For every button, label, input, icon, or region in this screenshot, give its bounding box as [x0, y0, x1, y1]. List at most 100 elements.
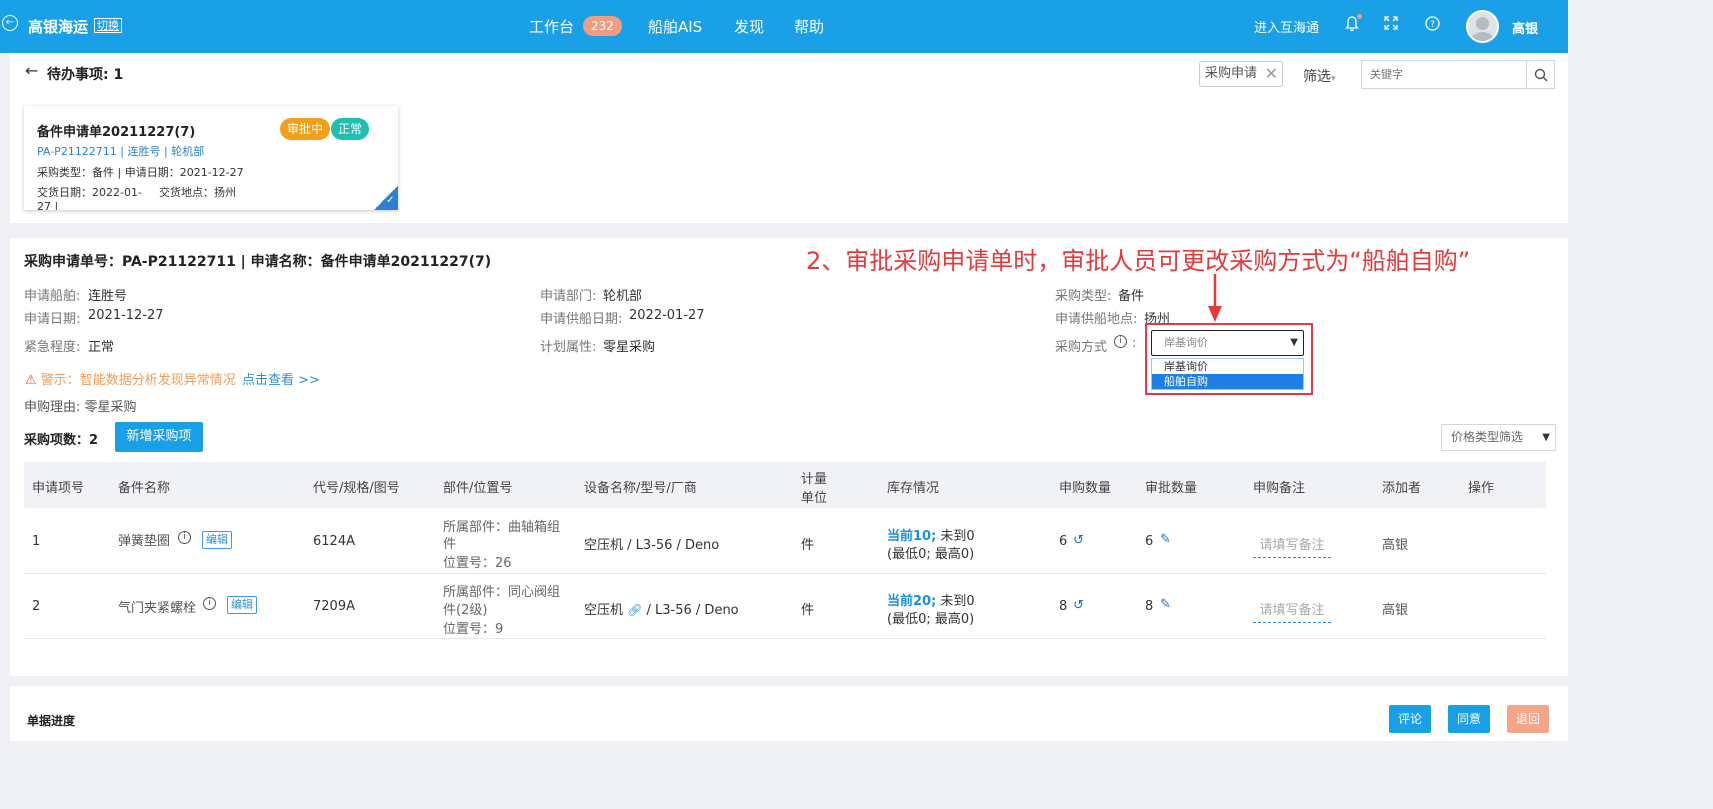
- row2-edit-button[interactable]: 编辑: [227, 596, 257, 614]
- filter-dropdown[interactable]: 筛选▾: [1303, 66, 1336, 86]
- option-shore-inquiry[interactable]: 岸基询价: [1152, 359, 1303, 374]
- view-anomaly-link[interactable]: 点击查看 >>: [242, 369, 320, 388]
- svg-text:?: ?: [1430, 20, 1435, 30]
- row2-part-line1: 所属部件：同心阀组: [443, 585, 561, 600]
- row1-approved-qty: 6: [1145, 534, 1154, 549]
- row2-position: 位置号：9: [443, 622, 504, 637]
- dept-value: 轮机部: [603, 289, 643, 304]
- row1-no: 1: [32, 534, 41, 549]
- warning-triangle-icon: ⚠: [25, 373, 37, 388]
- row1-position: 位置号：26: [443, 556, 512, 571]
- purchase-type-value: 备件: [1118, 289, 1145, 304]
- th-operations: 操作: [1468, 481, 1495, 496]
- th-stock: 库存情况: [887, 481, 940, 496]
- info-icon[interactable]: i: [203, 597, 216, 610]
- switch-company-link[interactable]: 切换: [94, 18, 122, 33]
- search-button[interactable]: [1526, 60, 1555, 89]
- notification-dot: [1357, 14, 1362, 19]
- th-equipment: 设备名称/型号/厂商: [584, 481, 697, 496]
- purchase-method-colon: :: [1132, 336, 1137, 351]
- item-count: 采购项数：2: [24, 433, 99, 448]
- card-meta-delivery-date: 交货日期：2022-01-: [37, 186, 142, 199]
- info-icon[interactable]: i: [1114, 335, 1127, 348]
- row2-part-line2: 件(2级): [443, 603, 488, 618]
- purchase-method-selected: 岸基询价: [1164, 336, 1208, 349]
- status-badge: 审批中: [280, 118, 331, 140]
- row1-name: 弹簧垫圈: [118, 534, 171, 549]
- row2-stock-pending: 未到0: [936, 594, 975, 609]
- row1-stock-pending: 未到0: [936, 529, 975, 544]
- annotation-text: 2、审批采购申请单时，审批人员可更改采购方式为“船舶自购”: [806, 247, 1471, 275]
- search-icon: [1534, 68, 1548, 82]
- row1-part-line2: 件: [443, 537, 457, 552]
- user-name[interactable]: 高银: [1512, 18, 1538, 37]
- purchase-method-select[interactable]: 岸基询价 ▼: [1151, 330, 1304, 356]
- info-icon[interactable]: i: [178, 531, 191, 544]
- priority-badge: 正常: [331, 118, 370, 140]
- row1-request-qty: 6: [1059, 534, 1068, 549]
- nav-discover[interactable]: 发现: [734, 16, 764, 37]
- row1-part-line1: 所属部件：曲轴箱组: [443, 520, 561, 535]
- return-button[interactable]: 退回: [1507, 705, 1549, 733]
- card-title: 备件申请单20211227(7): [37, 125, 196, 140]
- row1-remark-input[interactable]: 请填写备注: [1253, 534, 1331, 558]
- row2-no: 2: [32, 599, 41, 614]
- annotation-arrow-icon: [1208, 274, 1222, 322]
- user-avatar[interactable]: [1466, 10, 1499, 43]
- row2-remark-input[interactable]: 请填写备注: [1253, 599, 1331, 623]
- fullscreen-icon[interactable]: [1384, 16, 1398, 35]
- card-links[interactable]: PA-P21122711 | 连胜号 | 轮机部: [37, 143, 204, 159]
- th-request-qty: 申购数量: [1059, 481, 1112, 496]
- row1-edit-button[interactable]: 编辑: [202, 531, 232, 549]
- urgency-label: 紧急程度:: [24, 340, 81, 355]
- brand-name: 高银海运: [28, 18, 89, 36]
- th-part-name: 备件名称: [118, 481, 171, 496]
- th-approved-qty: 审批数量: [1145, 481, 1198, 496]
- nav-help[interactable]: 帮助: [794, 16, 824, 37]
- row1-stock-line1: 当前10; 未到0: [887, 525, 975, 544]
- apply-date-label: 申请日期:: [24, 312, 81, 327]
- caret-down-icon: ▾: [1331, 74, 1336, 84]
- apply-date-value: 2021-12-27: [88, 308, 164, 323]
- row1-stock-current: 当前10;: [887, 529, 937, 544]
- price-type-filter-select[interactable]: 价格类型筛选 ▼: [1441, 424, 1556, 451]
- th-remark: 申购备注: [1253, 481, 1306, 496]
- option-ship-self-purchase[interactable]: 船舶自购: [1152, 374, 1303, 389]
- row2-unit: 件: [801, 603, 815, 618]
- back-circle-icon[interactable]: ←: [2, 15, 18, 31]
- add-purchase-item-button[interactable]: 新增采购项: [115, 422, 203, 452]
- table-header: [24, 462, 1546, 508]
- supply-date-value: 2022-01-27: [629, 308, 705, 323]
- check-icon: ✓: [386, 195, 395, 206]
- nav-ship-ais[interactable]: 船舶AIS: [648, 16, 702, 37]
- row2-equipment-model: / L3-56 / Deno: [646, 603, 739, 618]
- warning-text: 警示：智能数据分析发现异常情况: [40, 373, 236, 388]
- link-icon[interactable]: 🔗︎: [627, 603, 642, 617]
- row2-code: 7209A: [313, 599, 355, 614]
- agree-button[interactable]: 同意: [1448, 705, 1490, 733]
- edit-icon[interactable]: ✎: [1160, 532, 1171, 547]
- edit-icon[interactable]: ✎: [1160, 597, 1171, 612]
- card-meta-line1: 采购类型：备件 | 申请日期：2021-12-27: [37, 166, 244, 179]
- dept-label: 申请部门:: [540, 289, 597, 304]
- history-icon[interactable]: ↺: [1073, 598, 1084, 613]
- comment-button[interactable]: 评论: [1389, 705, 1431, 733]
- back-arrow-icon[interactable]: ←: [25, 61, 38, 80]
- help-icon[interactable]: ?: [1425, 16, 1440, 36]
- filter-tag-purchase-request[interactable]: 采购申请 ✕: [1199, 61, 1283, 87]
- workbench-count-badge: 232: [583, 16, 622, 36]
- nav-workbench[interactable]: 工作台: [529, 16, 574, 37]
- purchase-method-label: 采购方式: [1055, 340, 1108, 355]
- card-meta-line3: 27 |: [37, 200, 59, 210]
- keyword-search-input[interactable]: [1361, 60, 1527, 89]
- bell-icon[interactable]: [1345, 16, 1359, 37]
- history-icon[interactable]: ↺: [1073, 533, 1084, 548]
- plan-attr-label: 计划属性:: [540, 340, 597, 355]
- supply-place-label: 申请供船地点:: [1055, 312, 1138, 327]
- close-icon[interactable]: ✕: [1265, 62, 1278, 86]
- enter-huhaitong-link[interactable]: 进入互海通: [1254, 17, 1319, 36]
- th-unit-line2: 单位: [801, 491, 828, 506]
- ship-value: 连胜号: [88, 289, 128, 304]
- row-divider: [24, 573, 1546, 574]
- filter-tag-label: 采购申请: [1205, 66, 1258, 81]
